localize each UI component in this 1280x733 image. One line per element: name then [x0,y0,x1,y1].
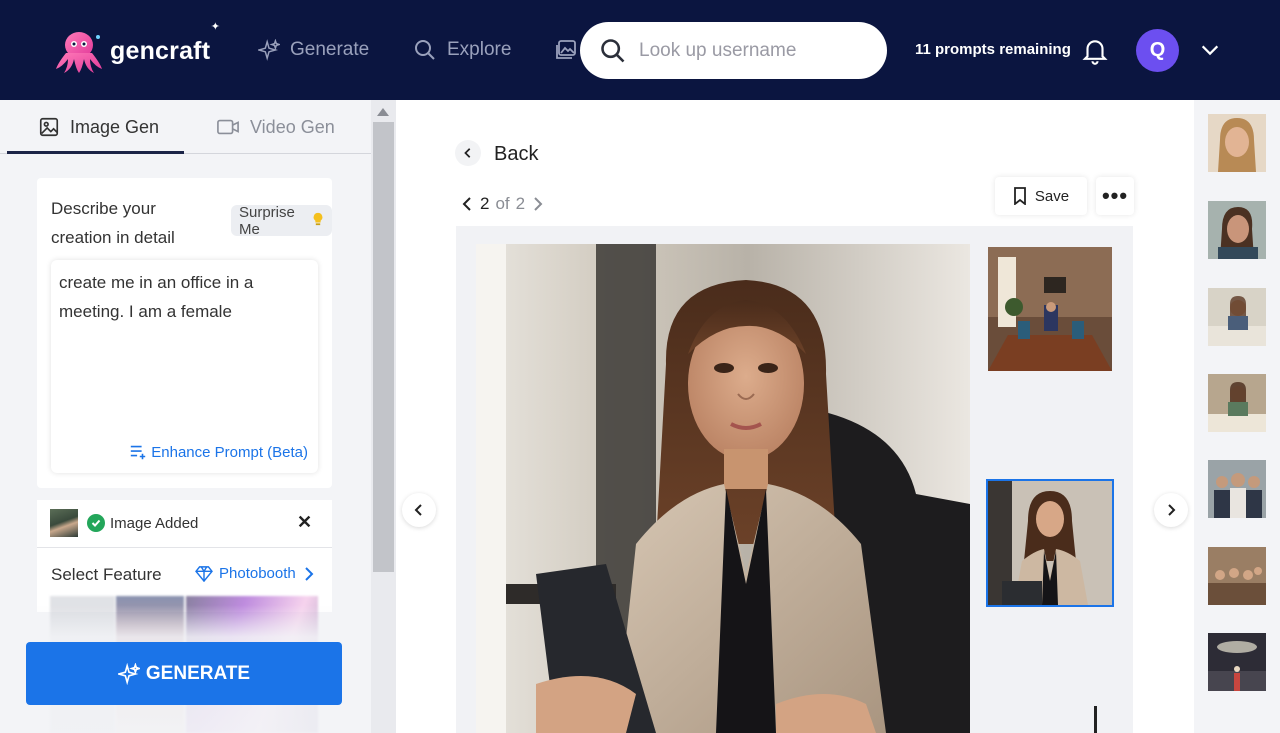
history-thumbnail[interactable] [1208,547,1266,605]
enhance-list-icon [129,443,147,461]
nav-explore[interactable]: Explore [413,36,511,64]
active-tab-indicator [7,151,184,154]
prev-chevron-icon[interactable] [462,196,472,212]
username-search[interactable] [580,22,887,79]
notifications-bell-icon[interactable] [1080,35,1110,70]
nav-generate[interactable]: Generate [258,36,369,64]
image-variant-thumbnail-2-selected[interactable] [986,479,1114,607]
username-search-input[interactable] [639,39,869,62]
check-circle-icon [87,514,105,532]
logo-sparkle-icon: ✦ [210,21,220,33]
generation-tabs: Image Gen Video Gen [0,100,371,154]
photobooth-label: Photobooth [219,565,296,582]
history-thumbnail[interactable] [1208,374,1266,432]
remove-image-close-icon[interactable]: ✕ [297,512,312,533]
nav-generate-label: Generate [290,39,370,60]
user-avatar[interactable]: Q [1136,29,1179,72]
generate-button[interactable]: GENERATE [26,642,342,705]
nav-explore-label: Explore [447,39,512,60]
select-feature-label: Select Feature [51,565,162,584]
history-thumbnail[interactable] [1208,114,1266,172]
video-camera-icon [216,116,240,138]
save-button[interactable]: Save [995,177,1087,215]
sparkle-icon [117,662,140,685]
prompt-textarea-wrapper: Enhance Prompt (Beta) [51,260,318,473]
tab-video-gen[interactable]: Video Gen [216,114,335,140]
image-detail-view: Back 2 of 2 Save ••• [396,100,1194,733]
scroll-thumb[interactable] [373,122,394,572]
gencraft-logo[interactable]: gencraft ✦ [54,21,220,74]
sparkle-icon [258,39,280,61]
lightbulb-icon [312,212,324,229]
feature-photobooth-link[interactable]: Photobooth [195,565,314,582]
image-viewer [456,226,1133,733]
tab-image-gen-label: Image Gen [70,116,160,137]
bookmark-icon [1013,187,1027,205]
generated-image[interactable] [476,244,970,733]
scroll-up-arrow-icon[interactable] [377,108,389,116]
gallery-icon [554,38,578,62]
history-thumbnail[interactable] [1208,288,1266,346]
brand-name: gencraft [110,36,211,65]
panel-scrollbar[interactable] [371,100,396,733]
image-variant-thumbnail-1[interactable] [988,247,1112,371]
history-thumbnail[interactable] [1208,201,1266,259]
history-thumbnail[interactable] [1208,633,1266,691]
back-chevron-icon[interactable] [455,140,481,166]
search-icon [599,37,627,65]
next-chevron-icon[interactable] [533,196,543,212]
generate-label: GENERATE [145,662,251,684]
top-navigation-bar: gencraft ✦ Generate Explore Look up user… [0,0,1280,100]
enhance-prompt-label: Enhance Prompt (Beta) [151,443,308,461]
image-pager: 2 of 2 [462,194,543,214]
prompt-textarea[interactable] [59,268,309,418]
save-label: Save [1034,187,1070,205]
pager-current: 2 [480,194,490,213]
octopus-logo-icon [54,29,104,73]
previous-image-button[interactable] [402,493,436,527]
pager-of: of [495,194,510,213]
chevron-right-icon [304,566,314,581]
history-thumbnails-strip [1194,100,1280,733]
tab-image-gen[interactable]: Image Gen [38,114,159,140]
enhance-prompt-button[interactable]: Enhance Prompt (Beta) [129,443,308,461]
prompt-label: Describe your creation in detail [51,199,175,247]
image-icon [38,116,60,138]
more-options-button[interactable]: ••• [1096,177,1134,215]
prompt-card: Describe your creation in detail Surpris… [37,178,332,488]
surprise-me-label: Surprise Me [239,203,295,238]
prompts-remaining: 11 prompts remaining [915,41,1071,58]
history-thumbnail[interactable] [1208,460,1266,518]
surprise-me-button[interactable]: Surprise Me [231,203,332,238]
chevron-down-icon[interactable] [1199,39,1221,66]
tab-video-gen-label: Video Gen [250,116,335,137]
diamond-icon [195,565,213,582]
search-icon [413,38,437,62]
back-link[interactable]: Back [494,143,538,166]
generation-panel: Image Gen Video Gen Describe your creati… [0,100,396,733]
text-cursor [1094,706,1097,733]
image-added-row: Image Added ✕ [37,500,332,548]
next-image-button[interactable] [1154,493,1188,527]
pager-total: 2 [515,194,526,213]
uploaded-image-thumbnail[interactable] [50,509,78,537]
image-added-label: Image Added [110,515,199,532]
